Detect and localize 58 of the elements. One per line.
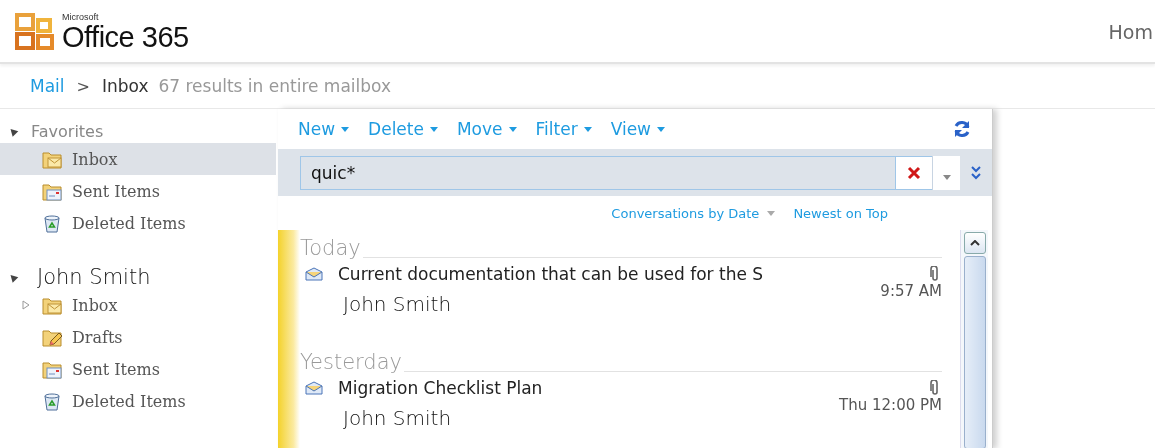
toolbar-menu-button[interactable]: View — [610, 119, 665, 139]
toolbar-menu-button[interactable]: Delete — [368, 119, 438, 139]
close-icon — [906, 164, 922, 181]
folder-envelope-icon — [42, 295, 62, 315]
folder-item[interactable]: Deleted Items — [0, 385, 276, 417]
folder-letter-icon — [42, 359, 62, 379]
caret-icon — [341, 126, 350, 132]
message-item[interactable]: Migration Checklist Plan John Smith Thu 12:00 PM — [300, 374, 942, 448]
date-group-heading: Today — [300, 236, 361, 260]
refresh-icon[interactable] — [952, 119, 972, 139]
folder-item[interactable]: Inbox — [0, 289, 276, 321]
folder-item[interactable]: Deleted Items — [0, 207, 276, 239]
nav-link[interactable]: Hom — [1108, 21, 1153, 43]
breadcrumb-current: Inbox — [101, 76, 149, 96]
logo-product-text: Office 365 — [62, 22, 189, 52]
breadcrumb-link[interactable]: Mail — [30, 76, 65, 96]
caret-icon — [942, 174, 951, 180]
result-count: 67 results in entire mailbox — [158, 76, 391, 96]
caret-icon — [657, 126, 665, 132]
breadcrumb-separator: > — [76, 76, 90, 96]
toolbar-menu-button[interactable]: Move — [456, 119, 517, 139]
message-sender: John Smith — [343, 292, 452, 316]
clear-search-button[interactable] — [895, 155, 932, 190]
folder-letter-icon — [42, 181, 62, 201]
search-field[interactable]: quic* — [300, 155, 895, 190]
caret-icon — [508, 126, 517, 132]
folder-item[interactable]: Sent Items — [0, 175, 276, 207]
caret-icon — [429, 126, 438, 132]
message-sender: John Smith — [343, 406, 452, 430]
scroll-thumb[interactable] — [963, 256, 986, 448]
envelope-icon — [305, 381, 323, 395]
message-time: Thu 12:00 PM — [839, 396, 942, 414]
sort-menu-button[interactable]: Conversations by Date — [611, 205, 776, 221]
section-title[interactable]: Favorites — [31, 121, 104, 141]
message-subject: Current documentation that can be used for the S — [338, 264, 765, 284]
chevron-up-icon — [969, 240, 980, 246]
toolbar-menu-button[interactable]: New — [298, 119, 350, 139]
expand-icon[interactable] — [970, 164, 982, 181]
caret-icon — [767, 210, 776, 216]
envelope-icon — [305, 267, 323, 281]
toolbar-menu-button[interactable]: Filter — [535, 119, 592, 139]
folder-pencil-icon — [42, 327, 62, 347]
logo-brand-text: Microsoft — [62, 12, 100, 22]
folder-item[interactable]: Inbox — [0, 143, 276, 175]
message-item[interactable]: Current documentation that can be used for the S John Smith 9:57 AM — [300, 260, 942, 344]
message-time: 9:57 AM — [880, 282, 942, 300]
sort-order-link[interactable]: Newest on Top — [793, 205, 888, 221]
trash-bin-icon — [42, 391, 62, 411]
caret-icon — [583, 126, 592, 132]
folder-envelope-icon — [42, 149, 62, 169]
scrollbar[interactable] — [960, 230, 988, 448]
trash-bin-icon — [42, 213, 62, 233]
folder-item[interactable]: Sent Items — [0, 353, 276, 385]
date-group-heading: Yesterday — [300, 350, 402, 374]
folder-item[interactable]: Drafts — [0, 321, 276, 353]
section-title[interactable]: John Smith — [37, 265, 151, 289]
scroll-up-button[interactable] — [963, 232, 986, 254]
message-subject: Migration Checklist Plan — [338, 378, 544, 398]
